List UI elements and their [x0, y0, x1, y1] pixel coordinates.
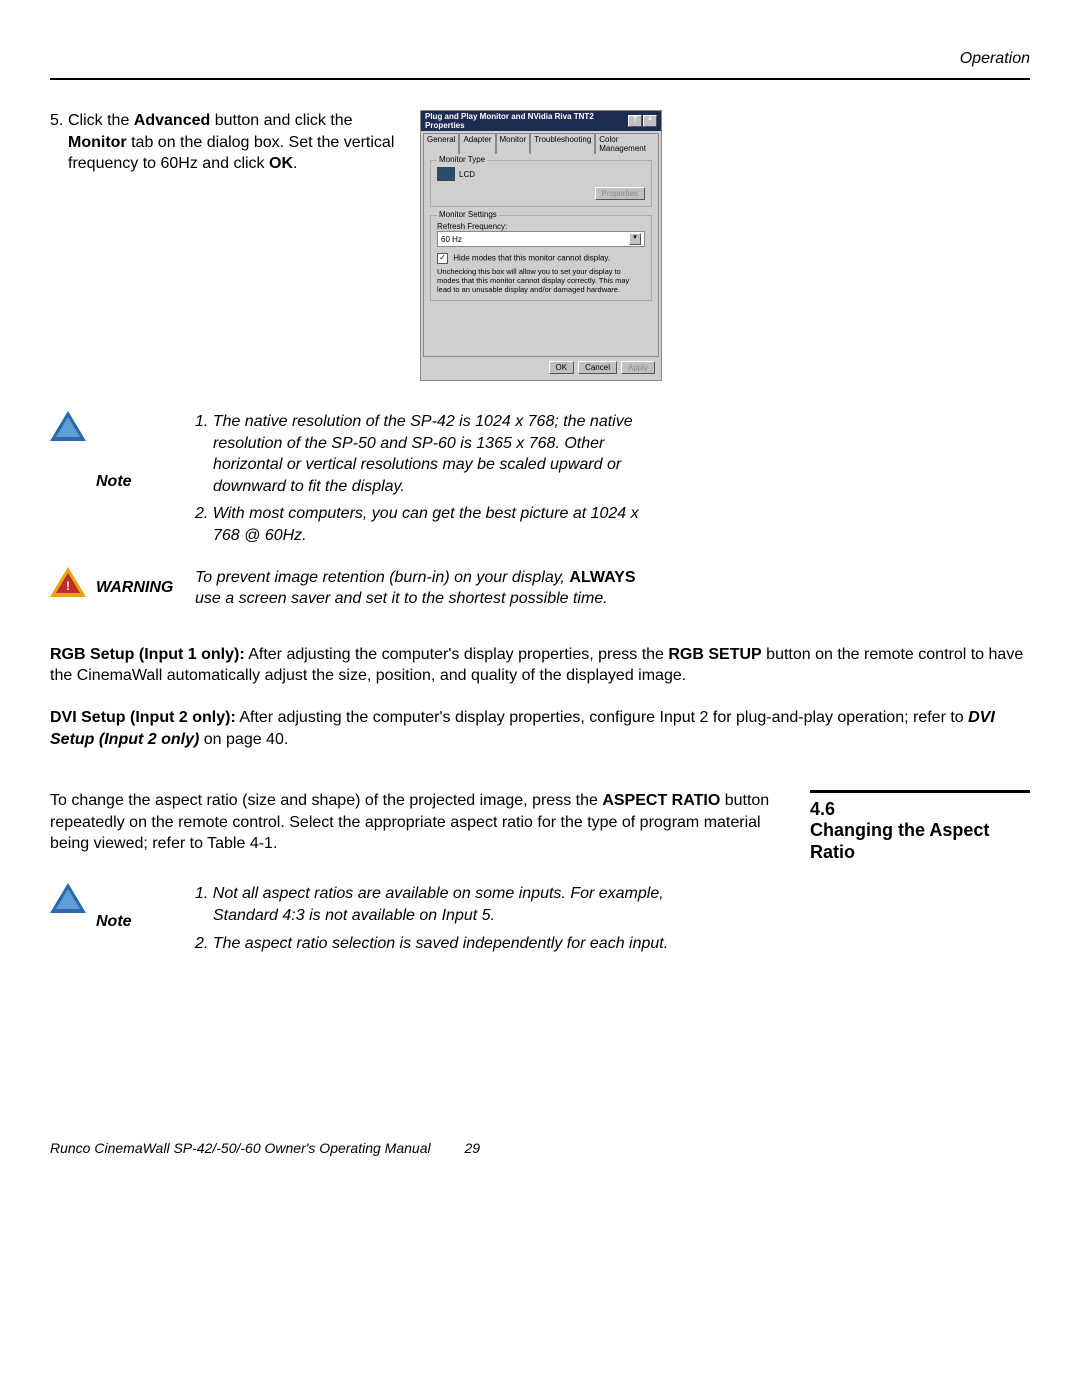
cancel-button[interactable]: Cancel: [578, 361, 617, 374]
note-2: Note 1. Not all aspect ratios are availa…: [50, 883, 1030, 960]
page-footer: Runco CinemaWall SP-42/-50/-60 Owner's O…: [50, 1140, 1030, 1156]
help-button[interactable]: ?: [628, 115, 642, 127]
hide-modes-label: Hide modes that this monitor cannot disp…: [453, 254, 610, 263]
apply-button[interactable]: Apply: [621, 361, 655, 374]
monitor-type-legend: Monitor Type: [437, 155, 487, 164]
refresh-label: Refresh Frequency:: [437, 222, 645, 231]
aspect-section: To change the aspect ratio (size and sha…: [50, 790, 1030, 863]
properties-dialog: Plug and Play Monitor and NVidia Riva TN…: [420, 110, 662, 381]
aspect-intro: To change the aspect ratio (size and sha…: [50, 790, 780, 863]
tab-general[interactable]: General: [423, 133, 459, 154]
tab-monitor-content: Monitor Type LCD Properties Monitor Sett…: [423, 153, 659, 357]
monitor-settings-group: Monitor Settings Refresh Frequency: 60 H…: [430, 215, 652, 301]
ok-button[interactable]: OK: [549, 361, 575, 374]
note-1: Note 1. The native resolution of the SP-…: [50, 411, 1030, 553]
tab-adapter[interactable]: Adapter: [459, 133, 495, 154]
chevron-down-icon: ▾: [629, 233, 641, 245]
hide-modes-checkbox[interactable]: ✓: [437, 253, 448, 264]
note1-item2: 2. With most computers, you can get the …: [213, 503, 665, 546]
warning-icon: !: [50, 567, 86, 597]
document-page: Operation 5. Click the Advanced button a…: [0, 0, 1080, 1196]
section-number: 4.6: [810, 799, 1030, 820]
tab-color-management[interactable]: Color Management: [595, 133, 659, 154]
dvi-setup-para: DVI Setup (Input 2 only): After adjustin…: [50, 707, 1030, 750]
rgb-setup-para: RGB Setup (Input 1 only): After adjustin…: [50, 644, 1030, 687]
close-button[interactable]: ×: [643, 115, 657, 127]
dialog-title: Plug and Play Monitor and NVidia Riva TN…: [425, 112, 628, 130]
note2-item1: 1. Not all aspect ratios are available o…: [213, 883, 685, 926]
note2-item2: 2. The aspect ratio selection is saved i…: [213, 933, 685, 955]
footer-text: Runco CinemaWall SP-42/-50/-60 Owner's O…: [50, 1140, 431, 1156]
note-label: Note: [96, 913, 132, 931]
section-heading: 4.6 Changing the Aspect Ratio: [810, 790, 1030, 863]
step5-text: 5. Click the Advanced button and click t…: [50, 110, 400, 381]
tab-monitor[interactable]: Monitor: [496, 133, 531, 154]
properties-button[interactable]: Properties: [595, 187, 645, 200]
dialog-tabs: General Adapter Monitor Troubleshooting …: [423, 133, 659, 154]
monitor-settings-legend: Monitor Settings: [437, 210, 499, 219]
note1-item1: 1. The native resolution of the SP-42 is…: [213, 411, 665, 497]
warning-row: ! WARNING To prevent image retention (bu…: [50, 567, 1030, 610]
tab-troubleshooting[interactable]: Troubleshooting: [530, 133, 595, 154]
warning-label: WARNING: [96, 579, 173, 597]
step5-row: 5. Click the Advanced button and click t…: [50, 110, 1030, 381]
note-label: Note: [96, 473, 132, 491]
monitor-type-group: Monitor Type LCD Properties: [430, 160, 652, 207]
setup-paragraphs: RGB Setup (Input 1 only): After adjustin…: [50, 644, 1030, 750]
note-icon: [50, 883, 86, 913]
note-icon: [50, 411, 86, 441]
step5-number: 5.: [50, 110, 68, 175]
footer-page: 29: [464, 1140, 480, 1156]
hide-modes-note: Unchecking this box will allow you to se…: [437, 267, 645, 294]
refresh-value: 60 Hz: [441, 235, 462, 244]
refresh-frequency-select[interactable]: 60 Hz ▾: [437, 231, 645, 247]
header-section: Operation: [50, 50, 1030, 68]
dialog-screenshot: Plug and Play Monitor and NVidia Riva TN…: [420, 110, 1030, 381]
section-title: Changing the Aspect Ratio: [810, 820, 1030, 863]
header-rule: [50, 78, 1030, 80]
dialog-titlebar: Plug and Play Monitor and NVidia Riva TN…: [421, 111, 661, 131]
monitor-icon: [437, 167, 455, 181]
monitor-type-value: LCD: [459, 170, 475, 179]
